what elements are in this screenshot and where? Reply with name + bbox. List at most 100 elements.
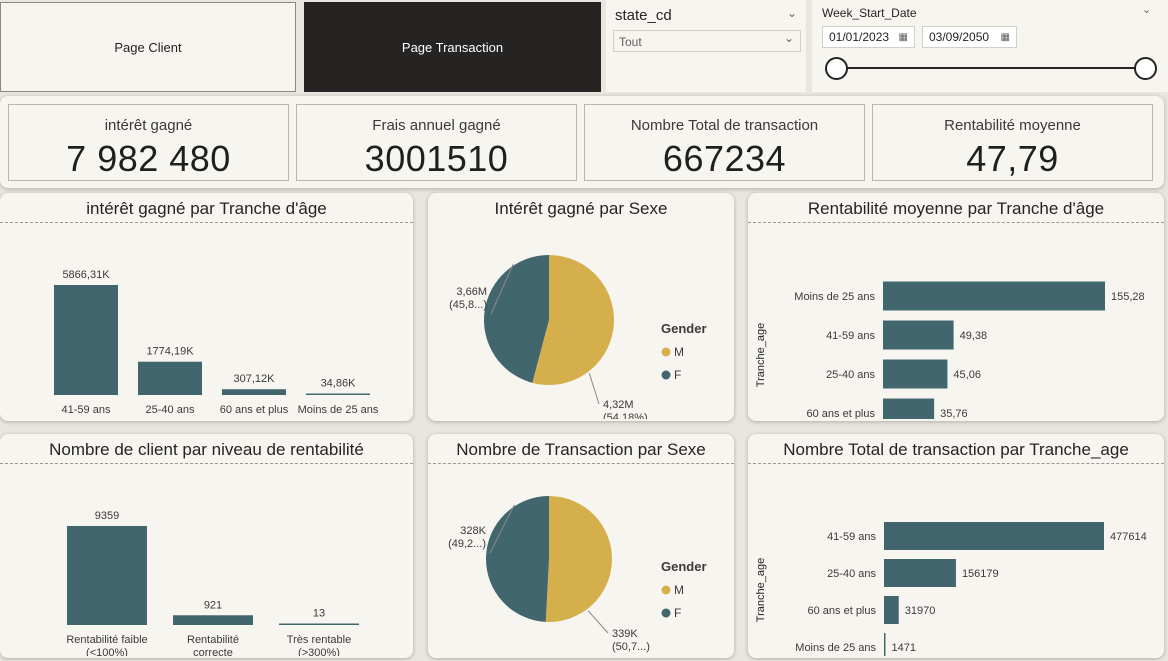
kpi-value: 667234 [662, 138, 787, 179]
chart-card-rentabilite-age[interactable]: Rentabilité moyenne par Tranche d'âge Mo… [748, 193, 1164, 421]
state-slicer-title: state_cd [615, 7, 672, 24]
chart-title: Nombre de Transaction par Sexe [428, 434, 734, 464]
legend-label: M [674, 345, 684, 359]
state-dropdown[interactable]: Tout ⌄ [613, 30, 801, 52]
chart-card-transaction-age[interactable]: Nombre Total de transaction par Tranche_… [748, 434, 1164, 658]
bar-chart-client-rentabilite: 9359 Rentabilité faible(<100%) 921 Rentabil… [66, 510, 359, 658]
tick-label: Moins de 25 ans [794, 291, 875, 303]
calendar-icon[interactable]: ▦ [1001, 32, 1010, 43]
start-date-value: 01/01/2023 [829, 30, 890, 44]
bar [173, 615, 253, 625]
data-label: 1774,19K [146, 346, 194, 358]
chart-title: Nombre Total de transaction par Tranche_… [748, 434, 1164, 464]
data-label: (49,2...) [448, 538, 486, 550]
data-label: 477614 [1110, 531, 1147, 543]
kpi-card-transactions: Nombre Total de transaction 667234 [584, 104, 865, 181]
chart-card-transaction-sexe[interactable]: Nombre de Transaction par Sexe 339K (50,7… [428, 434, 734, 658]
chevron-down-icon[interactable]: ⌄ [1142, 3, 1151, 16]
chart-title: Nombre de client par niveau de rentabili… [0, 434, 413, 464]
bar [884, 559, 956, 587]
bar [883, 320, 954, 350]
pie-slice [545, 496, 612, 622]
bar [54, 285, 118, 395]
chevron-down-icon: ⌄ [784, 31, 795, 45]
bar [883, 398, 935, 421]
end-date-value: 03/09/2050 [929, 30, 990, 44]
data-label: 156179 [962, 568, 999, 580]
kpi-value: 3001510 [364, 138, 509, 179]
kpi-strip: intérêt gagné 7 982 480 Frais annuel gag… [0, 96, 1164, 188]
hbar-chart-rentabilite-age: Moins de 25 ans 155,28 41-59 ans 49,38 25-40… [755, 281, 1145, 421]
axis-title: Tranche_age [755, 558, 767, 622]
calendar-icon[interactable]: ▦ [899, 32, 908, 43]
bar [884, 522, 1104, 550]
data-label: 49,38 [960, 330, 988, 342]
chart-title: intérêt gagné par Tranche d'âge [0, 193, 413, 223]
range-end-handle[interactable] [1134, 57, 1157, 80]
leader-line [587, 610, 609, 634]
pie-chart-transaction-sexe: 339K(50,7...) 328K(49,2...) Gender MF [448, 496, 707, 653]
tick-label: Rentabilité faible [66, 634, 147, 646]
end-date-input[interactable]: 03/09/2050 ▦ [922, 26, 1017, 48]
start-date-input[interactable]: 01/01/2023 ▦ [822, 26, 915, 48]
bar [138, 361, 202, 395]
tick-label: 41-59 ans [826, 330, 875, 342]
page-client-button[interactable]: Page Client [0, 2, 296, 92]
state-dropdown-value: Tout [619, 35, 642, 49]
bar [222, 389, 286, 395]
hbar-chart-transaction-age: 41-59 ans 477614 25-40 ans 156179 60 ans et … [755, 522, 1147, 658]
page-transaction-label: Page Transaction [401, 39, 504, 55]
pie-slice [485, 496, 549, 622]
pie-chart-interet-sexe: 4,32M(54,18%) 3,66M(45,8...) Gender MF [449, 255, 707, 421]
bar [279, 623, 359, 625]
legend-title: Gender [661, 321, 707, 336]
week-slicer-title: Week_Start_Date [822, 6, 917, 20]
tick-label: 60 ans et plus [808, 605, 877, 617]
state-slicer: state_cd ⌄ Tout ⌄ [606, 0, 806, 92]
kpi-card-frais: Frais annuel gagné 3001510 [296, 104, 577, 181]
kpi-label: Nombre Total de transaction [630, 117, 819, 134]
chart-title: Intérêt gagné par Sexe [494, 199, 668, 218]
range-start-handle[interactable] [825, 57, 848, 80]
chart-card-client-rentabilite[interactable]: Nombre de client par niveau de rentabili… [0, 434, 413, 658]
data-label: 4,32M [603, 399, 634, 411]
bar [884, 633, 886, 658]
data-label: 31970 [905, 605, 936, 617]
tick-label: Moins de 25 ans [795, 642, 876, 654]
data-label: (50,7...) [612, 641, 650, 653]
date-range-track[interactable] [836, 67, 1146, 69]
tick-label: Rentabilité [187, 634, 239, 646]
legend-marker [661, 585, 671, 595]
legend-marker [661, 347, 671, 357]
data-label: 307,12K [234, 373, 276, 385]
tick-label: 25-40 ans [827, 568, 876, 580]
bar [306, 393, 370, 395]
kpi-label: Rentabilité moyenne [944, 117, 1081, 134]
tick-label: (>300%) [298, 647, 340, 656]
data-label: 9359 [95, 510, 119, 522]
legend-title: Gender [661, 559, 707, 574]
tick-label: 41-59 ans [62, 404, 111, 416]
tick-label: 25-40 ans [146, 404, 195, 416]
page-client-label: Page Client [114, 39, 182, 55]
chevron-down-icon[interactable]: ⌄ [787, 6, 797, 20]
data-label: 1471 [892, 642, 916, 654]
tick-label: Moins de 25 ans [298, 404, 379, 416]
data-label: 921 [204, 599, 222, 611]
leader-line [588, 373, 600, 405]
bar [67, 526, 147, 625]
tick-label: Très rentable [287, 634, 351, 646]
kpi-label: Frais annuel gagné [372, 117, 501, 134]
axis-title: Tranche_age [755, 323, 767, 387]
data-label: 155,28 [1111, 291, 1145, 303]
tick-label: 41-59 ans [827, 531, 876, 543]
kpi-card-interet: intérêt gagné 7 982 480 [8, 104, 289, 181]
tick-label: 60 ans et plus [220, 404, 289, 416]
chart-card-interet-age[interactable]: intérêt gagné par Tranche d'âge 5866,31K… [0, 193, 413, 421]
data-label: 34,86K [321, 378, 357, 390]
page-transaction-button[interactable]: Page Transaction [304, 2, 601, 92]
tick-label: 25-40 ans [826, 369, 875, 381]
chart-card-interet-sexe[interactable]: Intérêt gagné par Sexe 4,32M (54,18%) 3,66… [428, 193, 734, 421]
bar [883, 281, 1105, 311]
data-label: 45,06 [953, 369, 981, 381]
